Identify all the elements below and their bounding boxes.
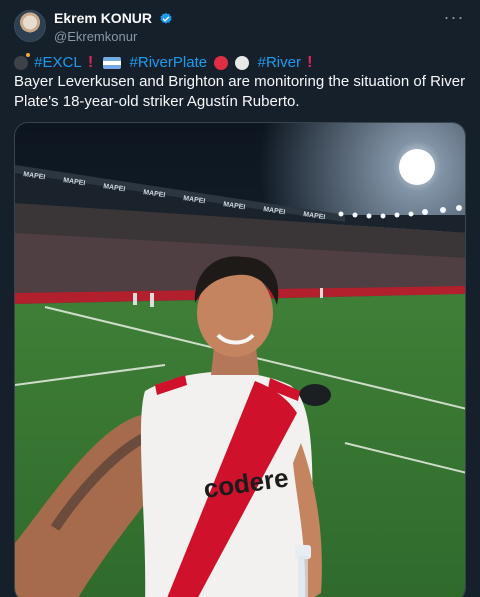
red-circle-icon <box>214 56 229 71</box>
verified-badge-icon <box>160 12 173 24</box>
hashtag-riverplate[interactable]: #RiverPlate <box>130 53 208 73</box>
tweet: Ekrem KONUR @Ekremkonur ··· #EXCL ! #Riv… <box>0 0 480 597</box>
tweet-text: Bayer Leverkusen and Brighton are monito… <box>14 73 466 110</box>
author-display-name[interactable]: Ekrem KONUR <box>54 10 152 27</box>
exclamation-emoji-icon: ! <box>307 54 313 72</box>
more-options-button[interactable]: ··· <box>442 8 466 30</box>
author-handle[interactable]: @Ekremkonur <box>54 28 173 46</box>
exclamation-emoji-icon: ! <box>87 54 94 72</box>
bomb-emoji-icon <box>14 53 30 71</box>
hashtag-line: #EXCL ! #RiverPlate #River ! <box>14 53 316 73</box>
white-circle-icon <box>235 56 250 71</box>
tweet-header: Ekrem KONUR @Ekremkonur ··· <box>14 8 466 46</box>
stadium-selfie-image: MAPEI MAPEI MAPEI MAPEI MAPEI MAPEI MAPE… <box>15 123 465 597</box>
avatar[interactable] <box>14 10 46 42</box>
hashtag-excl[interactable]: #EXCL <box>34 53 82 73</box>
tweet-photo[interactable]: MAPEI MAPEI MAPEI MAPEI MAPEI MAPEI MAPE… <box>14 122 466 597</box>
argentina-flag-icon <box>103 57 122 70</box>
hashtag-river[interactable]: #River <box>258 53 301 73</box>
author-names: Ekrem KONUR @Ekremkonur <box>54 10 173 46</box>
